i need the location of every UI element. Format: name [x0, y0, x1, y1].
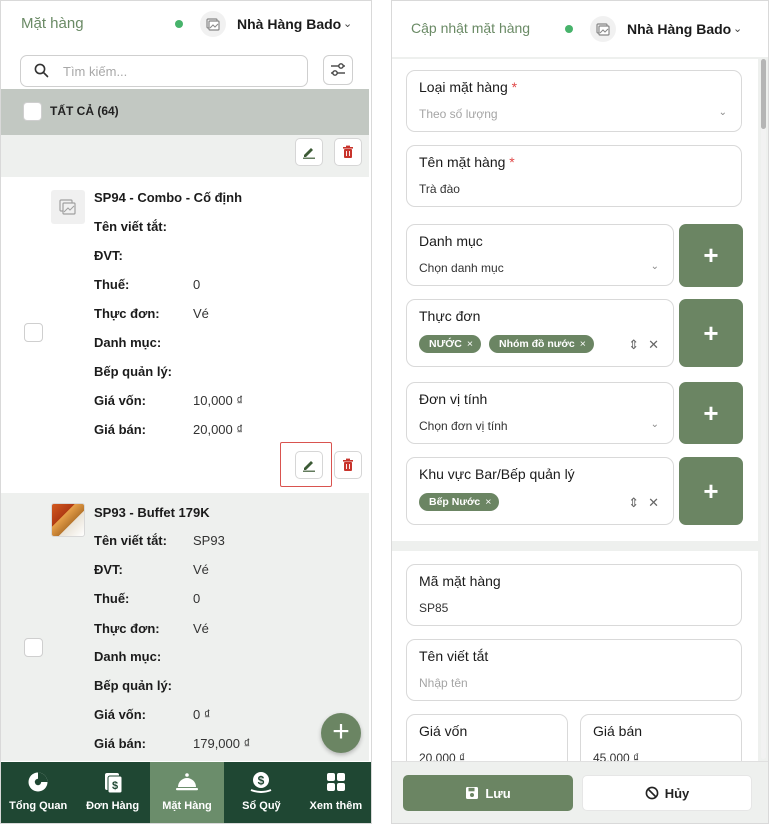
- form-section-general: Loại mặt hàng * Theo số lượng ⌄ Tên mặt …: [392, 59, 758, 541]
- item-image-placeholder-icon: [51, 190, 85, 224]
- svg-text:$: $: [112, 780, 118, 792]
- online-status-dot: [175, 20, 183, 28]
- bulk-delete-button[interactable]: [334, 138, 362, 166]
- search-placeholder: Tìm kiếm...: [63, 64, 128, 79]
- svg-text:$: $: [258, 774, 265, 788]
- grid-apps-icon: [299, 771, 371, 793]
- cloche-icon: [150, 771, 224, 793]
- add-kitchen-area-button[interactable]: +: [679, 457, 743, 525]
- item-checkbox[interactable]: [24, 323, 43, 342]
- search-input[interactable]: Tìm kiếm...: [20, 55, 308, 87]
- remove-tag-icon: ×: [579, 338, 586, 350]
- trash-icon: [343, 458, 353, 471]
- save-button[interactable]: Lưu: [403, 775, 573, 811]
- remove-tag-icon: ×: [485, 496, 492, 508]
- menu-tag[interactable]: Nhóm đồ nước ×: [488, 335, 594, 353]
- select-all-row: TẤT CẢ (64): [1, 89, 369, 135]
- item-type-select[interactable]: Loại mặt hàng * Theo số lượng ⌄: [406, 70, 742, 132]
- header: Cập nhật mặt hàng Nhà Hàng Bado ⌄: [392, 1, 768, 57]
- sliders-icon: [331, 63, 345, 76]
- edit-item-panel: Cập nhật mặt hàng Nhà Hàng Bado ⌄ Loại m…: [391, 0, 769, 824]
- money-bill-icon: $: [75, 771, 149, 793]
- chevron-down-icon: ⌄: [718, 107, 727, 118]
- online-status-dot: [565, 25, 573, 33]
- chevron-down-icon: ⌄: [650, 261, 659, 272]
- scrollbar-thumb[interactable]: [761, 59, 766, 129]
- shop-avatar-icon[interactable]: [200, 11, 226, 37]
- item-name: SP94 - Combo - Cố định: [94, 190, 243, 205]
- clear-icon[interactable]: ✕: [648, 495, 659, 511]
- add-unit-button[interactable]: +: [679, 382, 743, 444]
- coin-dollar-icon: $: [224, 771, 298, 793]
- item-checkbox[interactable]: [24, 638, 43, 657]
- add-item-fab-button[interactable]: +: [321, 713, 361, 753]
- menu-tag[interactable]: NƯỚC ×: [419, 335, 481, 353]
- add-category-button[interactable]: +: [679, 224, 743, 287]
- search-icon: [34, 63, 49, 83]
- menu-multiselect[interactable]: Thực đơn NƯỚC × Nhóm đồ nước × ⇕ ✕: [406, 299, 674, 367]
- clear-icon[interactable]: ✕: [648, 337, 659, 353]
- unit-select[interactable]: Đơn vị tính Chọn đơn vị tính ⌄: [406, 382, 674, 444]
- nav-item-orders[interactable]: $ Đơn Hàng: [75, 762, 149, 823]
- pencil-icon: [303, 148, 315, 159]
- item-list-panel: Mặt hàng Nhà Hàng Bado ⌄ Tìm kiếm... TẤT…: [0, 0, 372, 824]
- remove-tag-icon: ×: [466, 338, 473, 350]
- sort-updown-icon[interactable]: ⇕: [628, 337, 639, 353]
- form-section-details: Mã mặt hàng SP85 Tên viết tắt Nhập tên G…: [392, 551, 758, 776]
- add-menu-button[interactable]: +: [679, 299, 743, 367]
- cancel-button[interactable]: Hủy: [582, 775, 752, 811]
- nav-item-more[interactable]: Xem thêm: [299, 762, 371, 823]
- item-image: [51, 503, 85, 537]
- bottom-navigation: Tổng Quan $ Đơn Hàng Mặt Hàng $ Sổ Quỹ X…: [1, 762, 371, 823]
- list-item[interactable]: SP93 - Buffet 179K Tên viết tắt: SP93 ĐVT…: [1, 493, 369, 761]
- edit-button-highlight: [280, 442, 332, 487]
- item-name-field[interactable]: Tên mặt hàng * Trà đào: [406, 145, 742, 207]
- sort-updown-icon[interactable]: ⇕: [628, 495, 639, 511]
- shop-name[interactable]: Nhà Hàng Bado: [237, 16, 341, 32]
- chevron-down-icon[interactable]: ⌄: [343, 17, 352, 30]
- filter-button[interactable]: [323, 55, 353, 85]
- pie-chart-icon: [1, 771, 75, 793]
- ban-icon: [645, 786, 659, 800]
- kitchen-tag[interactable]: Bếp Nước ×: [419, 493, 500, 511]
- category-select[interactable]: Danh mục Chọn danh mục ⌄: [406, 224, 674, 286]
- select-all-checkbox[interactable]: [23, 102, 42, 121]
- form-footer: Lưu Hủy: [392, 761, 768, 823]
- delete-item-button[interactable]: [334, 451, 362, 479]
- nav-item-products[interactable]: Mặt Hàng: [149, 762, 225, 823]
- item-name: SP93 - Buffet 179K: [94, 505, 210, 520]
- bulk-action-bar: [1, 135, 369, 177]
- chevron-down-icon[interactable]: ⌄: [733, 22, 742, 35]
- kitchen-area-multiselect[interactable]: Khu vực Bar/Bếp quản lý Bếp Nước × ⇕ ✕: [406, 457, 674, 525]
- shop-name[interactable]: Nhà Hàng Bado: [627, 21, 731, 37]
- floppy-disk-icon: [466, 787, 479, 799]
- short-name-field[interactable]: Tên viết tắt Nhập tên: [406, 639, 742, 701]
- search-row: Tìm kiếm...: [1, 47, 371, 91]
- section-divider: [392, 541, 758, 551]
- nav-item-cashbook[interactable]: $ Sổ Quỹ: [224, 762, 298, 823]
- shop-avatar-icon[interactable]: [590, 16, 616, 42]
- page-title: Cập nhật mặt hàng: [411, 20, 531, 36]
- page-title: Mặt hàng: [21, 15, 84, 32]
- chevron-down-icon: ⌄: [650, 419, 659, 430]
- trash-icon: [343, 145, 353, 158]
- item-code-field[interactable]: Mã mặt hàng SP85: [406, 564, 742, 626]
- header: Mặt hàng Nhà Hàng Bado ⌄: [1, 1, 371, 47]
- bulk-edit-button[interactable]: [295, 138, 323, 166]
- select-all-label: TẤT CẢ (64): [50, 104, 119, 118]
- nav-item-overview[interactable]: Tổng Quan: [1, 762, 75, 823]
- scrollbar[interactable]: [761, 59, 766, 759]
